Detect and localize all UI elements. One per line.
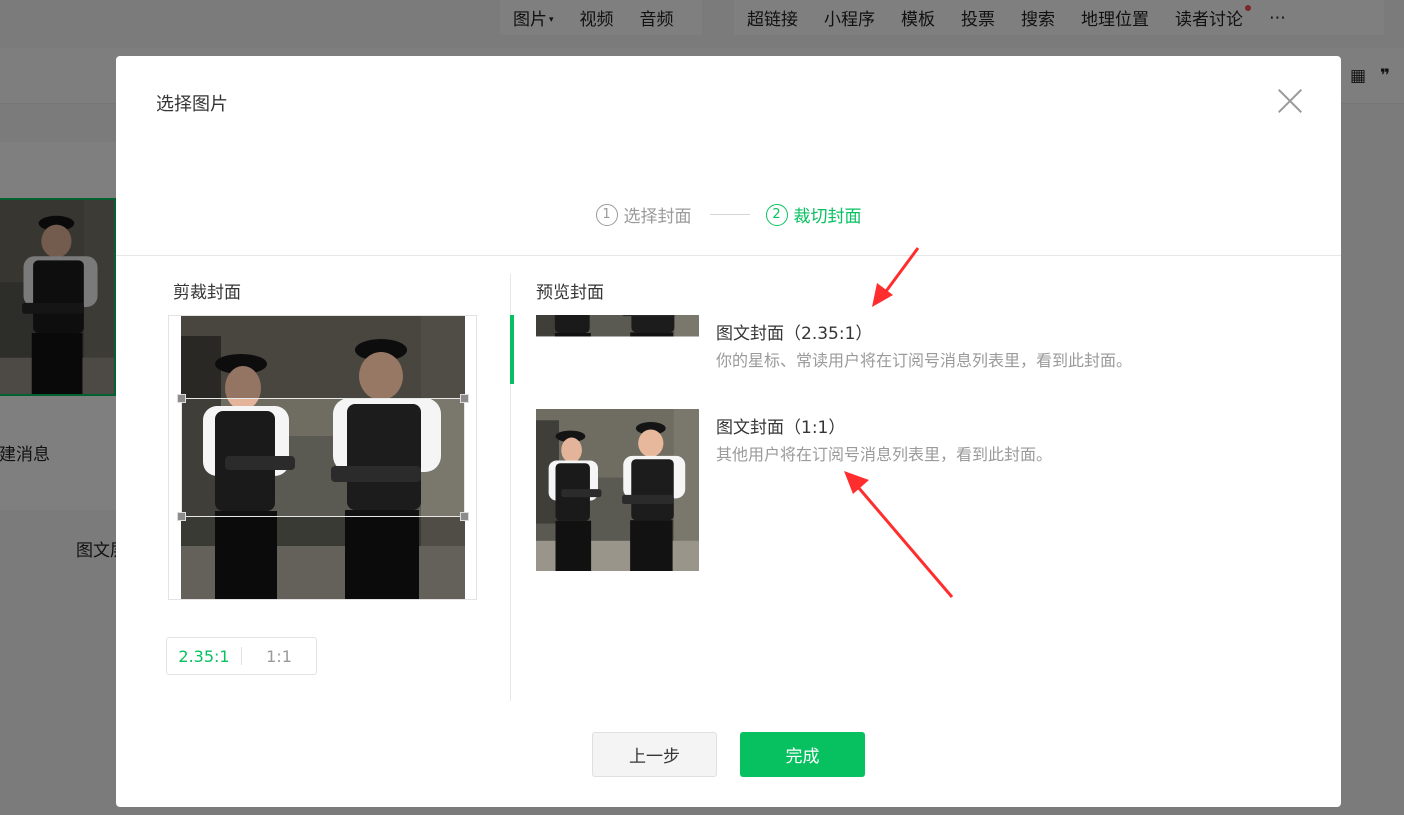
header-divider — [116, 255, 1341, 256]
preview-title: 图文封面（2.35:1） — [716, 324, 873, 344]
preview-description: 其他用户将在订阅号消息列表里，看到此封面。 — [716, 445, 1053, 464]
step-label: 裁切封面 — [793, 207, 862, 227]
ratio-2-35-1[interactable]: 2.35:1 — [167, 647, 241, 666]
step-select-cover[interactable]: 1 选择封面 — [595, 202, 692, 227]
crop-mask-top — [181, 316, 465, 398]
crop-handle-bottom-left[interactable] — [177, 512, 186, 521]
ratio-1-1[interactable]: 1:1 — [242, 647, 316, 666]
preview-active-indicator — [510, 315, 514, 384]
crop-handle-bottom-right[interactable] — [460, 512, 469, 521]
close-icon[interactable] — [1277, 88, 1303, 114]
preview-section-label: 预览封面 — [536, 283, 604, 303]
crop-mask-bottom — [181, 517, 465, 599]
select-image-dialog: 选择图片 1 选择封面 2 裁切封面 剪裁封面 2.35:1 1:1 预览封面 … — [116, 56, 1341, 807]
dialog-title: 选择图片 — [156, 94, 228, 115]
step-indicator: 1 选择封面 2 裁切封面 — [116, 202, 1341, 227]
step-number: 2 — [765, 203, 788, 226]
aspect-ratio-switch: 2.35:1 1:1 — [166, 637, 317, 675]
crop-area — [168, 315, 477, 600]
step-number: 1 — [595, 203, 618, 226]
step-connector — [709, 214, 750, 215]
crop-selection-frame[interactable] — [177, 394, 469, 521]
preview-title: 图文封面（1:1） — [716, 418, 846, 438]
preview-description: 你的星标、常读用户将在订阅号消息列表里，看到此封面。 — [716, 351, 1133, 370]
step-crop-cover: 2 裁切封面 — [765, 202, 862, 227]
crop-handle-top-right[interactable] — [460, 394, 469, 403]
crop-handle-top-left[interactable] — [177, 394, 186, 403]
preview-thumb-wide — [536, 315, 699, 384]
preview-thumb-square — [536, 409, 699, 571]
step-label: 选择封面 — [623, 207, 692, 227]
done-button[interactable]: 完成 — [740, 732, 865, 777]
crop-section-label: 剪裁封面 — [173, 283, 241, 303]
previous-step-button[interactable]: 上一步 — [592, 732, 717, 777]
